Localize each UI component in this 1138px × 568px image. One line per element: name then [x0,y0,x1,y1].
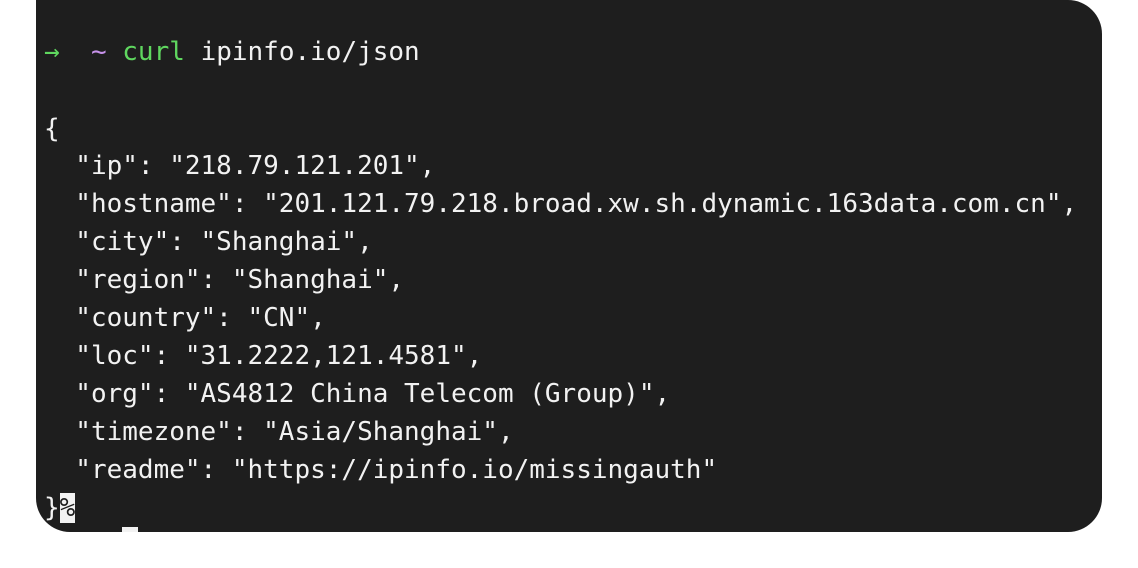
json-close-line: }% [44,489,76,527]
json-line: "city": "Shanghai", [44,227,373,257]
json-line: "timezone": "Asia/Shanghai", [44,417,514,447]
json-line: "country": "CN", [44,303,326,333]
json-line: "ip": "218.79.121.201", [44,151,436,181]
command-args: ipinfo.io/json [200,37,420,67]
json-line: "loc": "31.2222,121.4581", [44,341,483,371]
json-open-brace: { [44,114,60,144]
json-line: "hostname": "201.121.79.218.broad.xw.sh.… [44,189,1078,219]
json-line: "region": "Shanghai", [44,265,405,295]
prompt-directory: ~ [90,37,107,67]
prompt-line: → ~ curl ipinfo.io/json [44,33,420,71]
prompt-arrow-icon: → [44,37,60,67]
json-line: "readme": "https://ipinfo.io/missingauth… [44,455,718,485]
terminal-cursor [122,527,138,532]
json-line: "org": "AS4812 China Telecom (Group)", [44,379,671,409]
terminal-window[interactable]: → ~ curl ipinfo.io/json { "ip": "218.79.… [36,0,1102,532]
no-newline-marker: % [59,493,76,523]
command-name: curl [122,37,185,67]
json-close-brace: } [44,493,60,523]
